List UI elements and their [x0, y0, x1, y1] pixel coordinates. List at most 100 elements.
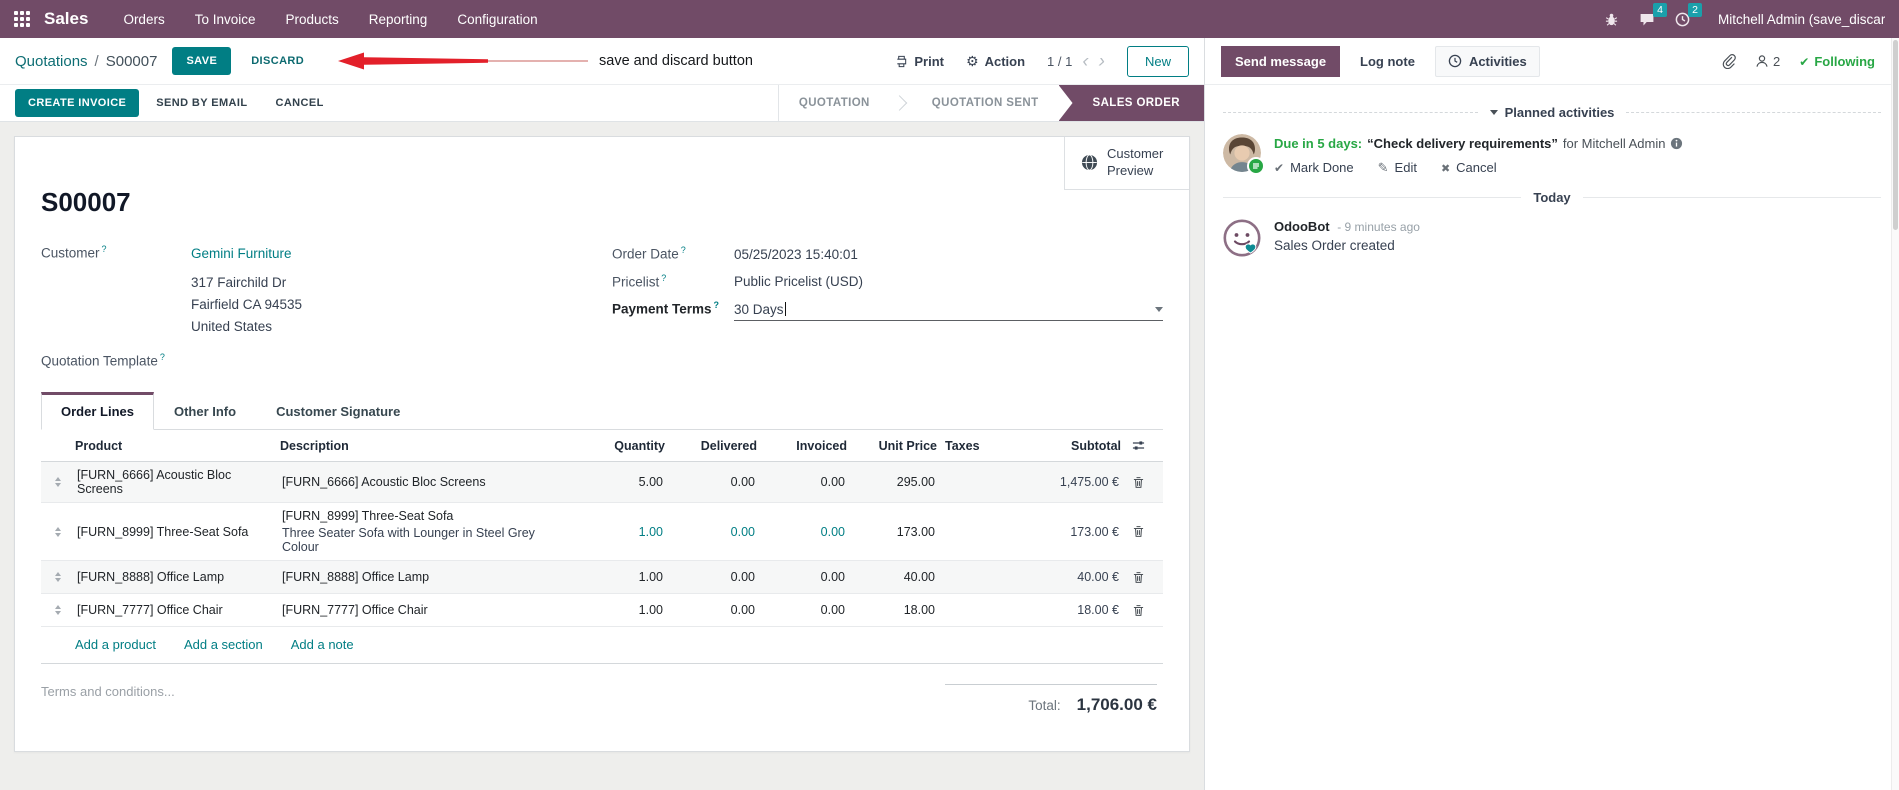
cell-description[interactable]: [FURN_8888] Office Lamp	[280, 564, 575, 590]
send-message-button[interactable]: Send message	[1221, 45, 1341, 77]
cancel-button[interactable]: CANCEL	[264, 89, 334, 117]
cell-quantity[interactable]: 1.00	[575, 519, 665, 545]
cell-product[interactable]: [FURN_7777] Office Chair	[75, 597, 280, 623]
cell-taxes[interactable]	[937, 571, 993, 583]
attach-files-button[interactable]	[1721, 53, 1736, 69]
cell-invoiced[interactable]: 0.00	[757, 564, 847, 590]
col-subtotal[interactable]: Subtotal	[993, 439, 1121, 453]
cell-unit-price[interactable]: 295.00	[847, 469, 937, 495]
menu-to-invoice[interactable]: To Invoice	[182, 3, 269, 36]
cell-quantity[interactable]: 5.00	[575, 469, 665, 495]
help-question-icon[interactable]	[160, 352, 165, 362]
optional-columns-icon[interactable]	[1121, 439, 1155, 452]
pricelist-value[interactable]: Public Pricelist (USD)	[734, 274, 863, 289]
new-button[interactable]: New	[1126, 45, 1189, 77]
cell-taxes[interactable]	[937, 476, 993, 488]
app-name[interactable]: Sales	[44, 9, 88, 29]
delete-row-icon[interactable]	[1121, 598, 1155, 623]
terms-and-conditions-input[interactable]: Terms and conditions...	[41, 684, 175, 715]
message-author[interactable]: OdooBot	[1274, 219, 1330, 234]
user-menu[interactable]: Mitchell Admin (save_discar	[1710, 6, 1885, 32]
order-date-value[interactable]: 05/25/2023 15:40:01	[734, 247, 858, 262]
document-title[interactable]: S00007	[41, 187, 1163, 218]
col-invoiced[interactable]: Invoiced	[757, 439, 847, 453]
cell-description[interactable]: [FURN_7777] Office Chair	[280, 597, 575, 623]
help-question-icon[interactable]	[714, 300, 720, 310]
menu-reporting[interactable]: Reporting	[356, 3, 441, 36]
cell-delivered[interactable]: 0.00	[665, 597, 757, 623]
help-question-icon[interactable]	[661, 273, 666, 283]
help-question-icon[interactable]	[681, 245, 686, 255]
col-taxes[interactable]: Taxes	[937, 439, 993, 453]
delete-row-icon[interactable]	[1121, 565, 1155, 590]
cell-taxes[interactable]	[937, 604, 993, 616]
print-button[interactable]: Print	[895, 54, 944, 69]
info-icon[interactable]	[1670, 137, 1683, 150]
order-line-row[interactable]: [FURN_7777] Office Chair [FURN_7777] Off…	[41, 594, 1163, 627]
drag-handle-icon[interactable]	[41, 566, 75, 588]
cell-unit-price[interactable]: 18.00	[847, 597, 937, 623]
save-button[interactable]: SAVE	[172, 47, 232, 75]
log-note-button[interactable]: Log note	[1346, 46, 1429, 77]
tab-customer-signature[interactable]: Customer Signature	[256, 392, 420, 429]
customer-preview-button[interactable]: Customer Preview	[1064, 137, 1189, 190]
create-invoice-button[interactable]: CREATE INVOICE	[15, 89, 140, 117]
drag-handle-icon[interactable]	[41, 471, 75, 493]
debug-bug-icon[interactable]	[1604, 12, 1619, 27]
cell-delivered[interactable]: 0.00	[665, 469, 757, 495]
cell-delivered[interactable]: 0.00	[665, 564, 757, 590]
order-line-row[interactable]: [FURN_6666] Acoustic Bloc Screens [FURN_…	[41, 462, 1163, 503]
menu-products[interactable]: Products	[273, 3, 352, 36]
dropdown-caret-icon[interactable]	[1155, 306, 1163, 312]
activity-user-avatar[interactable]	[1223, 134, 1265, 175]
add-a-note-link[interactable]: Add a note	[291, 637, 354, 652]
breadcrumb-quotations[interactable]: Quotations	[15, 53, 88, 70]
stage-sales-order[interactable]: SALES ORDER	[1058, 85, 1204, 121]
cell-delivered[interactable]: 0.00	[665, 519, 757, 545]
cancel-activity-button[interactable]: Cancel	[1441, 160, 1496, 176]
activities-clock-icon[interactable]: 2	[1675, 2, 1702, 27]
col-quantity[interactable]: Quantity	[575, 439, 665, 453]
scrollbar[interactable]	[1891, 38, 1899, 790]
cell-product[interactable]: [FURN_6666] Acoustic Bloc Screens	[75, 462, 280, 502]
cell-description[interactable]: [FURN_8999] Three-Seat Sofa Three Seater …	[280, 503, 575, 560]
tab-order-lines[interactable]: Order Lines	[41, 392, 154, 430]
discard-button[interactable]: DISCARD	[241, 47, 314, 75]
edit-activity-button[interactable]: Edit	[1378, 160, 1417, 176]
col-description[interactable]: Description	[280, 439, 575, 453]
col-product[interactable]: Product	[75, 439, 280, 453]
mark-done-button[interactable]: Mark Done	[1274, 160, 1354, 176]
cell-unit-price[interactable]: 40.00	[847, 564, 937, 590]
messages-icon[interactable]: 4	[1639, 2, 1667, 27]
followers-button[interactable]: 2	[1755, 54, 1780, 69]
cell-description[interactable]: [FURN_6666] Acoustic Bloc Screens	[280, 469, 575, 495]
add-a-section-link[interactable]: Add a section	[184, 637, 263, 652]
send-by-email-button[interactable]: SEND BY EMAIL	[145, 89, 258, 117]
cell-product[interactable]: [FURN_8999] Three-Seat Sofa	[75, 519, 280, 545]
help-question-icon[interactable]	[102, 244, 107, 254]
pager-next-icon[interactable]	[1099, 52, 1105, 71]
add-a-product-link[interactable]: Add a product	[75, 637, 156, 652]
col-unit-price[interactable]: Unit Price	[847, 439, 937, 453]
cell-quantity[interactable]: 1.00	[575, 564, 665, 590]
pager-previous-icon[interactable]	[1082, 52, 1088, 71]
planned-activities-toggle[interactable]: Planned activities	[1489, 105, 1614, 120]
cell-quantity[interactable]: 1.00	[575, 597, 665, 623]
cell-unit-price[interactable]: 173.00	[847, 519, 937, 545]
cell-invoiced[interactable]: 0.00	[757, 597, 847, 623]
following-button[interactable]: Following	[1799, 54, 1875, 69]
cell-invoiced[interactable]: 0.00	[757, 469, 847, 495]
drag-handle-icon[interactable]	[41, 599, 75, 621]
payment-terms-input[interactable]: 30 Days	[733, 302, 1163, 321]
action-button[interactable]: Action	[966, 53, 1025, 70]
menu-orders[interactable]: Orders	[110, 3, 177, 36]
cell-product[interactable]: [FURN_8888] Office Lamp	[75, 564, 280, 590]
cell-invoiced[interactable]: 0.00	[757, 519, 847, 545]
activities-button[interactable]: Activities	[1434, 45, 1540, 77]
delete-row-icon[interactable]	[1121, 519, 1155, 544]
col-delivered[interactable]: Delivered	[665, 439, 757, 453]
scrollbar-thumb[interactable]	[1893, 40, 1898, 230]
menu-configuration[interactable]: Configuration	[444, 3, 550, 36]
odoobot-avatar[interactable]	[1223, 218, 1261, 257]
order-line-row[interactable]: [FURN_8999] Three-Seat Sofa [FURN_8999] …	[41, 503, 1163, 561]
